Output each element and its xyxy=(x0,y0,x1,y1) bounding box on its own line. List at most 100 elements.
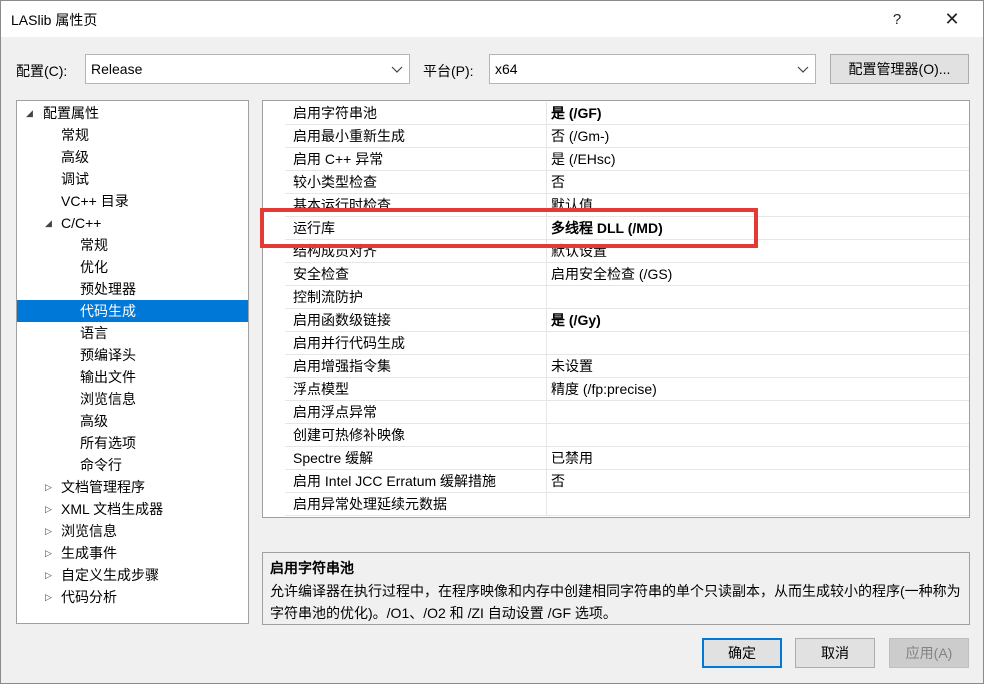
property-value[interactable] xyxy=(547,424,969,447)
tree-item-label: 预编译头 xyxy=(80,347,136,363)
description-panel: 启用字符串池 允许编译器在执行过程中，在程序映像和内存中创建相同字符串的单个只读… xyxy=(262,552,970,625)
close-button[interactable]: ✕ xyxy=(929,1,975,37)
row-margin xyxy=(263,102,285,125)
property-row[interactable]: 基本运行时检查 默认值 xyxy=(263,194,969,217)
row-margin xyxy=(263,447,285,470)
tree-item[interactable]: ▷ XML 文档生成器 xyxy=(17,498,248,520)
apply-button[interactable]: 应用(A) xyxy=(889,638,969,668)
property-tree: ◢ 配置属性 常规 高级 调试 VC++ 目录 ◢ C/C++ 常规 优化 预处理器 代码生成 语言 预编… xyxy=(16,100,249,624)
property-name: 浮点模型 xyxy=(285,378,547,401)
property-value[interactable]: 是 (/EHsc) xyxy=(547,148,969,171)
chevron-down-icon xyxy=(391,66,403,73)
tree-item[interactable]: 常规 xyxy=(17,124,248,146)
property-value[interactable]: 默认值 xyxy=(547,194,969,217)
property-value[interactable]: 否 (/Gm-) xyxy=(547,125,969,148)
tree-item-label: 输出文件 xyxy=(80,369,136,385)
platform-dropdown[interactable]: x64 xyxy=(489,54,816,84)
tree-item[interactable]: 高级 xyxy=(17,410,248,432)
collapse-arrow-icon[interactable]: ◢ xyxy=(26,102,38,124)
property-value[interactable]: 是 (/GF) xyxy=(547,102,969,125)
tree-item[interactable]: ◢ C/C++ xyxy=(17,212,248,234)
collapse-arrow-icon[interactable]: ◢ xyxy=(45,212,57,234)
property-row[interactable]: 浮点模型 精度 (/fp:precise) xyxy=(263,378,969,401)
expand-arrow-icon[interactable]: ▷ xyxy=(45,542,57,564)
tree-item[interactable]: ▷ 文档管理程序 xyxy=(17,476,248,498)
tree-item-label: 浏览信息 xyxy=(80,391,136,407)
tree-item[interactable]: ◢ 配置属性 xyxy=(17,102,248,124)
tree-item-label: 预处理器 xyxy=(80,281,136,297)
tree-item[interactable]: 命令行 xyxy=(17,454,248,476)
ok-button[interactable]: 确定 xyxy=(702,638,782,668)
expand-arrow-icon[interactable]: ▷ xyxy=(45,520,57,542)
property-value[interactable]: 默认设置 xyxy=(547,240,969,263)
property-row[interactable]: 启用 Intel JCC Erratum 缓解措施否 xyxy=(263,470,969,493)
property-value[interactable]: 启用安全检查 (/GS) xyxy=(547,263,969,286)
property-value[interactable]: 是 (/Gy) xyxy=(547,309,969,332)
property-row[interactable]: 结构成员对齐 默认设置 xyxy=(263,240,969,263)
property-value[interactable] xyxy=(547,401,969,424)
property-value[interactable] xyxy=(547,332,969,355)
tree-item-label: 高级 xyxy=(61,149,89,165)
property-row[interactable]: 创建可热修补映像 xyxy=(263,424,969,447)
configuration-dropdown[interactable]: Release xyxy=(85,54,410,84)
tree-item[interactable]: 优化 xyxy=(17,256,248,278)
property-row[interactable]: 控制流防护 xyxy=(263,286,969,309)
tree-item-label: C/C++ xyxy=(61,215,102,231)
tree-item[interactable]: 代码生成 xyxy=(17,300,248,322)
expand-arrow-icon[interactable]: ▷ xyxy=(45,476,57,498)
tree-item-label: 优化 xyxy=(80,259,108,275)
property-name: 启用浮点异常 xyxy=(285,401,547,424)
tree-item[interactable]: 输出文件 xyxy=(17,366,248,388)
tree-item[interactable]: VC++ 目录 xyxy=(17,190,248,212)
property-value[interactable]: 未设置 xyxy=(547,355,969,378)
row-margin xyxy=(263,332,285,355)
tree-item[interactable]: 预编译头 xyxy=(17,344,248,366)
property-row[interactable]: 运行库 多线程 DLL (/MD) xyxy=(263,217,969,240)
property-row[interactable]: 启用异常处理延续元数据 xyxy=(263,493,969,516)
property-value[interactable]: 否 xyxy=(547,171,969,194)
property-value[interactable]: 否 xyxy=(547,470,969,493)
expand-arrow-icon[interactable]: ▷ xyxy=(45,498,57,520)
property-value[interactable] xyxy=(547,286,969,309)
tree-item[interactable]: ▷ 浏览信息 xyxy=(17,520,248,542)
property-row[interactable]: 启用字符串池是 (/GF) xyxy=(263,102,969,125)
property-value[interactable]: 精度 (/fp:precise) xyxy=(547,378,969,401)
tree-item[interactable]: 常规 xyxy=(17,234,248,256)
property-row[interactable]: 启用 C++ 异常是 (/EHsc) xyxy=(263,148,969,171)
property-row[interactable]: 较小类型检查否 xyxy=(263,171,969,194)
cancel-button[interactable]: 取消 xyxy=(795,638,875,668)
tree-item[interactable]: 所有选项 xyxy=(17,432,248,454)
property-name: 启用 C++ 异常 xyxy=(285,148,547,171)
row-margin xyxy=(263,240,285,263)
tree-item[interactable]: 语言 xyxy=(17,322,248,344)
expand-arrow-icon[interactable]: ▷ xyxy=(45,586,57,608)
property-row[interactable]: 启用函数级链接是 (/Gy) xyxy=(263,309,969,332)
tree-item-label: 浏览信息 xyxy=(61,523,117,539)
configuration-manager-button[interactable]: 配置管理器(O)... xyxy=(830,54,969,84)
property-row[interactable]: Spectre 缓解 已禁用 xyxy=(263,447,969,470)
tree-item[interactable]: 高级 xyxy=(17,146,248,168)
row-margin xyxy=(263,378,285,401)
tree-item[interactable]: ▷ 自定义生成步骤 xyxy=(17,564,248,586)
tree-item[interactable]: 预处理器 xyxy=(17,278,248,300)
tree-item[interactable]: 浏览信息 xyxy=(17,388,248,410)
row-margin xyxy=(263,355,285,378)
tree-item-label: 所有选项 xyxy=(80,435,136,451)
help-button[interactable]: ? xyxy=(874,1,920,37)
tree-item[interactable]: ▷ 代码分析 xyxy=(17,586,248,608)
property-value[interactable]: 已禁用 xyxy=(547,447,969,470)
property-row[interactable]: 启用浮点异常 xyxy=(263,401,969,424)
expand-arrow-icon[interactable]: ▷ xyxy=(45,564,57,586)
property-row[interactable]: 启用增强指令集 未设置 xyxy=(263,355,969,378)
tree-item[interactable]: 调试 xyxy=(17,168,248,190)
tree-item-label: 高级 xyxy=(80,413,108,429)
platform-label: 平台(P): xyxy=(423,63,474,79)
property-row[interactable]: 启用最小重新生成否 (/Gm-) xyxy=(263,125,969,148)
property-name: 启用函数级链接 xyxy=(285,309,547,332)
tree-item-label: 代码分析 xyxy=(61,589,117,605)
tree-item[interactable]: ▷ 生成事件 xyxy=(17,542,248,564)
property-value[interactable]: 多线程 DLL (/MD) xyxy=(547,217,969,240)
property-row[interactable]: 启用并行代码生成 xyxy=(263,332,969,355)
property-value[interactable] xyxy=(547,493,969,516)
property-row[interactable]: 安全检查 启用安全检查 (/GS) xyxy=(263,263,969,286)
